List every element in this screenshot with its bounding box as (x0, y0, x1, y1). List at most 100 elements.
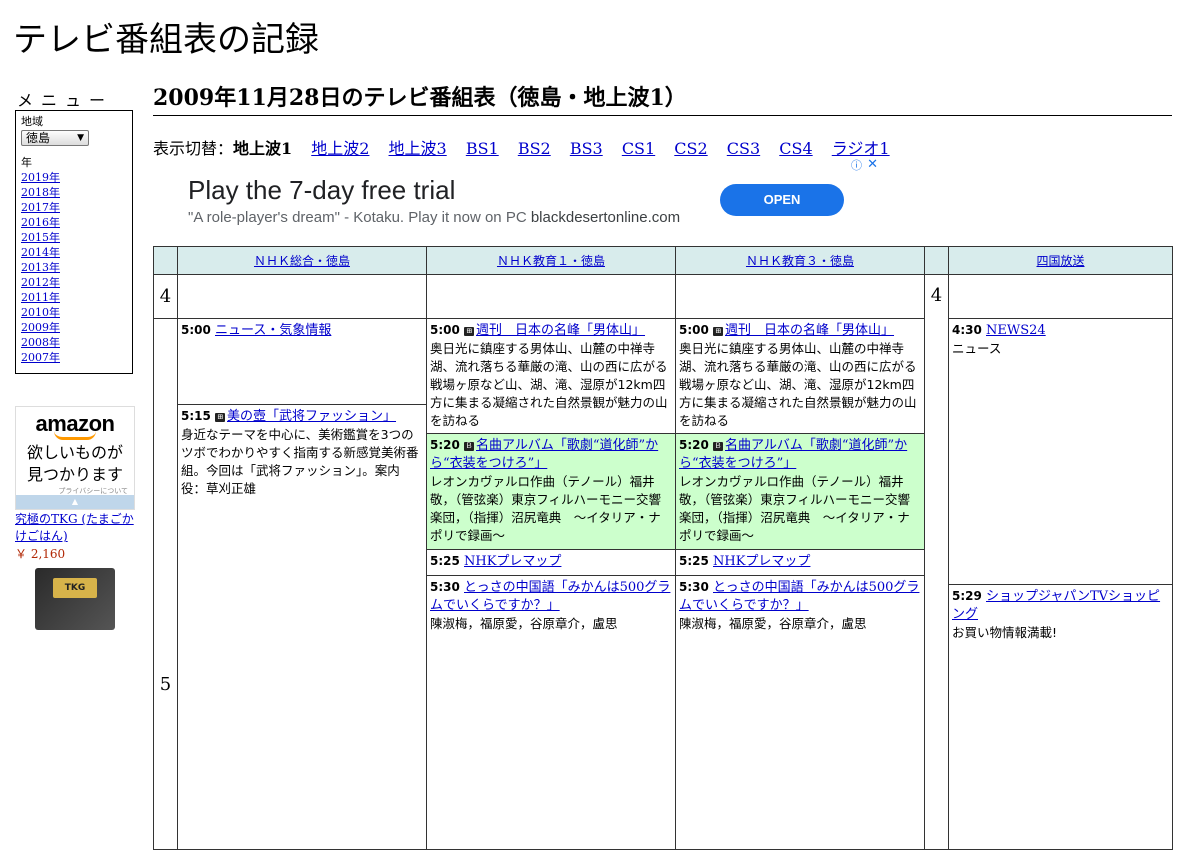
year-link[interactable]: 2010年 (21, 306, 60, 319)
program-time: 5:00 (679, 323, 709, 337)
program-description: レオンカヴァルロ作曲（テノール）福井敬，（管弦楽）東京フィルハーモニー交響楽団，… (430, 474, 662, 543)
region-label: 地域 (21, 115, 43, 128)
dropdown-arrow-icon: ▼ (77, 133, 84, 143)
year-link[interactable]: 2019年 (21, 171, 60, 184)
program-title[interactable]: NEWS24 (986, 323, 1046, 338)
empty-slot (948, 274, 1173, 319)
hour-label: 4 (153, 274, 178, 319)
year-link[interactable]: 2018年 (21, 186, 60, 199)
program-cell: 5:20 Ｂ 名曲アルバム「歌劇“道化師”から“衣装をつけろ”」 レオンカヴァルロ… (427, 434, 675, 550)
program-cell: 5:15 ⊞ 美の壺「武将ファッション」 身近なテーマを中心に、美術鑑賞を3つのツ… (178, 405, 426, 645)
year-link[interactable]: 2008年 (21, 336, 60, 349)
program-time: 5:25 (430, 554, 460, 568)
stereo-icon: ⊞ (215, 413, 225, 422)
page-title: 2009年11月28日のテレビ番組表（徳島・地上波1） (153, 84, 1172, 116)
product-price: ￥ 2,160 (15, 547, 66, 561)
sidebar-menu: 地域 徳島 ▼ 年 2019年 2018年 2017年 2016年 2015年 … (15, 110, 133, 374)
program-cell: 4:30 NEWS24 ニュース (949, 319, 1172, 585)
program-time: 5:30 (430, 580, 460, 594)
program-title[interactable]: ショップジャパンTVショッピング (952, 589, 1160, 622)
year-link[interactable]: 2017年 (21, 201, 60, 214)
year-link[interactable]: 2015年 (21, 231, 60, 244)
program-time: 5:15 (181, 409, 211, 423)
banner-ad-open-button[interactable]: OPEN (720, 184, 844, 216)
empty-slot (177, 274, 427, 319)
stereo-icon: ⊞ (713, 327, 723, 336)
channel-link-nhk-edu1[interactable]: ＮＨＫ教育１・徳島 (497, 254, 605, 268)
year-link[interactable]: 2011年 (21, 291, 60, 304)
hour-label: 5 (153, 318, 178, 850)
info-icon[interactable]: ⓘ (851, 157, 862, 173)
program-description: 陳淑梅，福原愛，谷原章介，盧思 (430, 616, 618, 631)
program-title[interactable]: 週刊 日本の名峰「男体山」 (476, 323, 645, 338)
program-description: 陳淑梅，福原愛，谷原章介，盧思 (679, 616, 867, 631)
program-title[interactable]: NHKプレマップ (713, 554, 810, 569)
year-link[interactable]: 2012年 (21, 276, 60, 289)
year-label: 年 (21, 156, 32, 169)
hd-icon: Ｂ (464, 442, 474, 451)
program-cell: 5:20 Ｂ 名曲アルバム「歌劇“道化師”から“衣装をつけろ”」 レオンカヴァルロ… (676, 434, 924, 550)
program-time: 5:20 (430, 438, 460, 452)
channel-header: ＮＨＫ教育１・徳島 (426, 246, 676, 275)
channel-header: ＮＨＫ教育３・徳島 (675, 246, 925, 275)
program-time: 5:00 (181, 323, 211, 337)
program-cell: 5:25 NHKプレマップ (676, 550, 924, 576)
site-title: テレビ番組表の記録 (13, 20, 319, 60)
program-column: 5:00 ⊞ 週刊 日本の名峰「男体山」 奥日光に鎮座する男体山、山麓の中禅寺湖、… (426, 318, 676, 850)
year-list: 2019年 2018年 2017年 2016年 2015年 2014年 2013… (21, 170, 127, 365)
channel-link-nhk-edu3[interactable]: ＮＨＫ教育３・徳島 (746, 254, 854, 268)
hour-label: 4 (924, 274, 949, 850)
year-link[interactable]: 2016年 (21, 216, 60, 229)
program-cell: 5:30 とっさの中国語「みかんは500グラムでいくらですか？」 陳淑梅，福原愛… (427, 576, 675, 645)
product-link[interactable]: 究極のTKG (たまごかけごはん) (15, 511, 135, 545)
program-title[interactable]: 週刊 日本の名峰「男体山」 (725, 323, 894, 338)
channel-header: 四国放送 (948, 246, 1173, 275)
banner-ad-domain: blackdesertonline.com (530, 209, 681, 226)
banner-ad[interactable]: Play the 7-day free trial "A role-player… (153, 156, 880, 244)
program-title[interactable]: 美の壺「武将ファッション」 (227, 409, 396, 424)
year-link[interactable]: 2007年 (21, 351, 60, 364)
channel-link-nhk-sogo[interactable]: ＮＨＫ総合・徳島 (254, 254, 350, 268)
year-link[interactable]: 2013年 (21, 261, 60, 274)
program-title[interactable]: とっさの中国語「みかんは500グラムでいくらですか？」 (679, 580, 919, 613)
program-description: お買い物情報満載! (952, 625, 1058, 640)
program-cell: 5:00 ⊞ 週刊 日本の名峰「男体山」 奥日光に鎮座する男体山、山麓の中禅寺湖、… (427, 319, 675, 434)
chevron-up-icon: ▲ (71, 497, 79, 506)
empty-slot (675, 274, 925, 319)
program-description: 奥日光に鎮座する男体山、山麓の中禅寺湖、流れ落ちる華厳の滝、山の西に広がる戦場ヶ… (679, 341, 917, 428)
product-image[interactable]: TKG (35, 568, 115, 630)
program-title[interactable]: とっさの中国語「みかんは500グラムでいくらですか？」 (430, 580, 670, 613)
channel-link-shikoku[interactable]: 四国放送 (1036, 254, 1084, 268)
empty-slot (426, 274, 676, 319)
ad-collapse-bar[interactable]: ▲ (16, 495, 134, 509)
close-icon[interactable]: ✕ (867, 156, 878, 172)
ad-copy-line1: 欲しいものが (26, 443, 123, 462)
program-column: 5:00 ⊞ 週刊 日本の名峰「男体山」 奥日光に鎮座する男体山、山麓の中禅寺湖、… (675, 318, 925, 850)
banner-ad-tagline: "A role-player's dream" - Kotaku. Play i… (188, 209, 527, 226)
ad-copy-line2: 見つかります (26, 465, 123, 484)
program-cell: 5:25 NHKプレマップ (427, 550, 675, 576)
program-title[interactable]: ニュース・気象情報 (215, 323, 331, 338)
year-link[interactable]: 2009年 (21, 321, 60, 334)
year-link[interactable]: 2014年 (21, 246, 60, 259)
program-cell: 5:00 ⊞ 週刊 日本の名峰「男体山」 奥日光に鎮座する男体山、山麓の中禅寺湖、… (676, 319, 924, 434)
region-select[interactable]: 徳島 ▼ (21, 130, 89, 146)
program-time: 5:25 (679, 554, 709, 568)
banner-ad-sub: "A role-player's dream" - Kotaku. Play i… (188, 209, 680, 226)
program-time: 5:30 (679, 580, 709, 594)
program-description: レオンカヴァルロ作曲（テノール）福井敬，（管弦楽）東京フィルハーモニー交響楽団，… (679, 474, 911, 543)
hour-header-blank (924, 246, 949, 275)
program-cell: 5:30 とっさの中国語「みかんは500グラムでいくらですか？」 陳淑梅，福原愛… (676, 576, 924, 645)
program-title[interactable]: NHKプレマップ (464, 554, 561, 569)
banner-ad-headline: Play the 7-day free trial (188, 175, 456, 205)
program-description: ニュース (952, 341, 1002, 356)
amazon-logo: amazon (35, 411, 115, 436)
schedule-table: ＮＨＫ総合・徳島 ＮＨＫ教育１・徳島 ＮＨＫ教育３・徳島 四国放送 4 4 5 … (153, 246, 1173, 850)
amazon-ad[interactable]: amazon 欲しいものが 見つかります プライバシーについて ▲ (15, 406, 135, 510)
program-time: 5:20 (679, 438, 709, 452)
product-image-label: TKG (53, 578, 97, 598)
channel-header: ＮＨＫ総合・徳島 (177, 246, 427, 275)
region-select-value: 徳島 (26, 131, 51, 145)
menu-heading: メニュー (17, 91, 114, 110)
program-column: 5:00 ニュース・気象情報 5:15 ⊞ 美の壺「武将ファッション」 身近なテー… (177, 318, 427, 850)
